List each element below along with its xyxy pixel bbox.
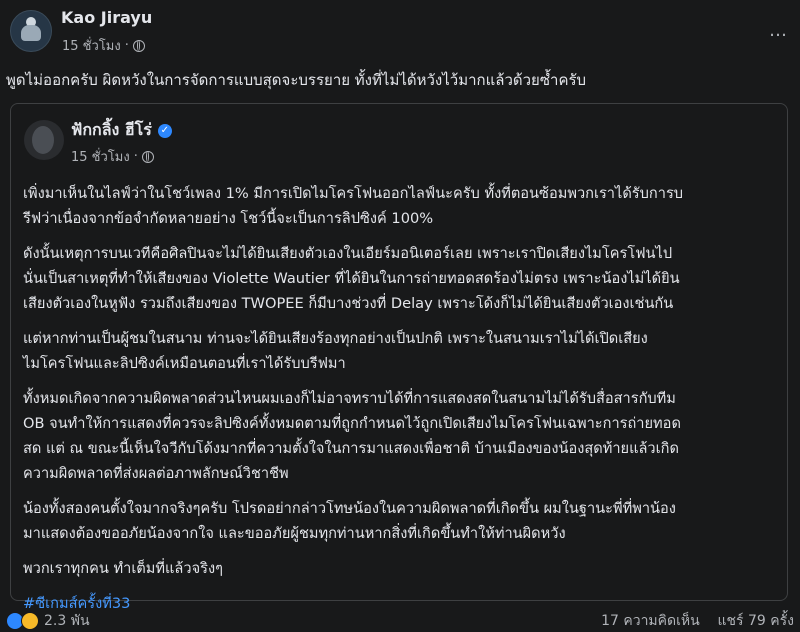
- paragraph: แต่หากท่านเป็นผู้ชมในสนาม ท่านจะได้ยินเส…: [23, 330, 648, 372]
- care-reaction-icon: [21, 612, 39, 630]
- paragraph: เพิ่งมาเห็นในไลฟ์ว่าในโชว์เพลง 1% มีการเ…: [23, 185, 684, 227]
- reaction-count[interactable]: 2.3 พัน: [44, 610, 90, 632]
- shared-author-name[interactable]: ฟักกลิ้ง ฮีโร่: [71, 118, 152, 143]
- paragraph: พวกเราทุกคน ทำเต็มที่แล้วจริงๆ: [23, 560, 223, 577]
- shares-count[interactable]: แชร์ 79 ครั้ง: [718, 613, 794, 629]
- shared-meta: 15 ชั่วโมง ·: [71, 146, 154, 167]
- paragraph: ดังนั้นเหตุการบนเวทีคือศิลปินจะไม่ได้ยิน…: [23, 245, 680, 312]
- post-text: พูดไม่ออกครับ ผิดหวังในการจัดการแบบสุดจะ…: [6, 71, 587, 89]
- post-stats: 17 ความคิดเห็น แชร์ 79 ครั้ง: [601, 610, 794, 632]
- globe-icon: [132, 39, 145, 52]
- comments-count[interactable]: 17 ความคิดเห็น: [601, 613, 700, 629]
- author-avatar[interactable]: [10, 10, 52, 52]
- shared-author-avatar[interactable]: [24, 120, 64, 160]
- paragraph: น้องทั้งสองคนตั้งใจมากจริงๆครับ โปรดอย่า…: [23, 500, 676, 542]
- paragraph: ทั้งหมดเกิดจากความผิดพลาดส่วนไหนผมเองก็ไ…: [23, 390, 681, 482]
- meta-separator: ·: [133, 149, 138, 164]
- post-author-name[interactable]: Kao Jirayu: [61, 8, 152, 27]
- post-meta: 15 ชั่วโมง ·: [62, 35, 145, 56]
- globe-icon: [141, 150, 154, 163]
- shared-post-body: เพิ่งมาเห็นในไลฟ์ว่าในโชว์เพลง 1% มีการเ…: [23, 181, 783, 626]
- avatar-body: [21, 25, 41, 41]
- shared-author-row: ฟักกลิ้ง ฮีโร่ ✓: [71, 118, 172, 143]
- verified-badge-icon: ✓: [157, 123, 172, 138]
- post-time[interactable]: 15 ชั่วโมง: [62, 35, 121, 56]
- shared-post-card[interactable]: ฟักกลิ้ง ฮีโร่ ✓ 15 ชั่วโมง · เพิ่งมาเห็…: [10, 103, 788, 612]
- reactions-summary[interactable]: 2.3 พัน: [6, 610, 90, 632]
- shared-time[interactable]: 15 ชั่วโมง: [71, 146, 130, 167]
- more-icon[interactable]: …: [769, 20, 788, 41]
- post-footer: 2.3 พัน 17 ความคิดเห็น แชร์ 79 ครั้ง: [0, 610, 800, 630]
- meta-separator: ·: [124, 38, 129, 53]
